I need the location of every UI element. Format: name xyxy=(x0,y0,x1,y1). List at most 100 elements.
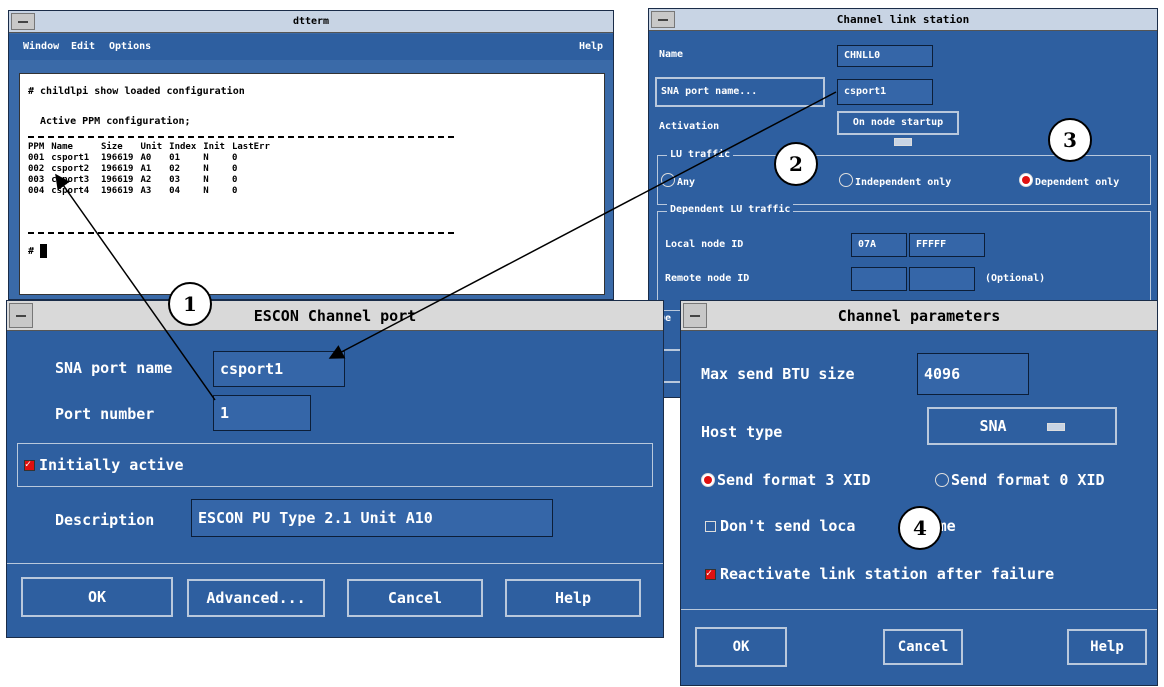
lu-independent-label: Independent only xyxy=(855,177,952,188)
host-type-value: SNA xyxy=(979,417,1007,435)
escon-sna-label: SNA port name xyxy=(55,359,173,377)
escon-sna-field[interactable]: csport1 xyxy=(213,351,345,387)
lu-independent-option[interactable]: Independent only xyxy=(839,173,951,188)
lu-independent-radio[interactable] xyxy=(839,173,853,187)
cell: 196619 xyxy=(100,153,134,163)
dropdown-indicator-icon xyxy=(1046,422,1065,431)
escon-title: ESCON Channel port xyxy=(253,307,417,325)
terminal-area[interactable]: # childlpi show loaded configuration Act… xyxy=(19,73,605,295)
escon-titlebar[interactable]: ESCON Channel port xyxy=(7,301,663,331)
local-node-label: Local node ID xyxy=(665,239,744,250)
reactivate-label: Reactivate link station after failure xyxy=(720,565,1055,583)
format0-radio[interactable] xyxy=(935,473,949,487)
window-menu-button[interactable] xyxy=(11,13,35,30)
cell: 196619 xyxy=(100,186,134,196)
col-ppm: PPM xyxy=(28,142,45,152)
menu-options[interactable]: Options xyxy=(109,41,151,52)
window-menu-button[interactable] xyxy=(9,303,33,328)
reactivate-checkbox[interactable] xyxy=(705,567,716,581)
format0-option[interactable]: Send format 0 XID xyxy=(935,471,1105,489)
activation-value: On node startup xyxy=(852,117,944,128)
col-lasterr: LastErr xyxy=(231,142,270,152)
description-label: Description xyxy=(55,511,155,529)
cell: 01 xyxy=(169,153,180,163)
initially-active-label: Initially active xyxy=(39,456,184,474)
description-field[interactable]: ESCON PU Type 2.1 Unit A10 xyxy=(191,499,553,537)
dtterm-title: dtterm xyxy=(292,16,330,27)
dependent-lu-group xyxy=(657,211,1151,311)
ppm-table: PPM Name Size Unit Index Init LastErr 00… xyxy=(28,142,277,197)
escon-help-button[interactable]: Help xyxy=(505,579,641,617)
lu-any-radio[interactable] xyxy=(661,173,675,187)
terminal-heading: Active PPM configuration; xyxy=(40,116,191,127)
channel-parameters-window: Channel parameters Max send BTU size 409… xyxy=(680,300,1158,686)
sna-port-name-button[interactable]: SNA port name... xyxy=(655,77,825,107)
cell: A0 xyxy=(140,153,152,163)
col-init: Init xyxy=(203,142,225,152)
channel-params-cancel-button[interactable]: Cancel xyxy=(883,629,963,665)
cell: 196619 xyxy=(100,175,134,185)
initially-active-group[interactable]: Initially active xyxy=(17,443,653,487)
activation-dropdown[interactable]: On node startup xyxy=(837,111,959,146)
lu-dependent-radio[interactable] xyxy=(1019,173,1033,187)
menu-help[interactable]: Help xyxy=(579,41,603,52)
ppm-header-row: PPM Name Size Unit Index Init LastErr xyxy=(28,142,277,153)
terminal-cursor xyxy=(40,244,47,258)
format3-option[interactable]: Send format 3 XID xyxy=(701,471,871,489)
reactivate-option[interactable]: Reactivate link station after failure xyxy=(705,565,1054,583)
cell: 002 xyxy=(28,164,45,174)
channel-params-title: Channel parameters xyxy=(837,307,1001,325)
channel-params-help-button[interactable]: Help xyxy=(1067,629,1147,665)
remote-optional-label: (Optional) xyxy=(985,273,1046,284)
terminal-separator-bottom xyxy=(28,232,454,234)
cell: N xyxy=(203,186,209,196)
table-row: 003 csport3 196619 A2 03 N 0 xyxy=(28,175,277,186)
initially-active-checkbox[interactable] xyxy=(24,458,35,472)
cell: csport3 xyxy=(51,175,90,185)
callout-2: 2 xyxy=(774,142,818,186)
menu-edit[interactable]: Edit xyxy=(71,41,95,52)
col-size: Size xyxy=(100,142,123,152)
dtterm-titlebar[interactable]: dtterm xyxy=(9,11,613,33)
col-index: Index xyxy=(169,142,197,152)
max-btu-field[interactable]: 4096 xyxy=(917,353,1029,395)
menu-window[interactable]: Window xyxy=(23,41,59,52)
dependent-lu-label: Dependent LU traffic xyxy=(667,204,794,215)
dont-send-label-start: Don't send loca xyxy=(720,517,856,535)
callout-1: 1 xyxy=(168,282,212,326)
cell: A2 xyxy=(140,175,152,185)
local-node-field-1[interactable]: 07A xyxy=(851,233,907,257)
cell: N xyxy=(203,164,209,174)
cell: 02 xyxy=(169,164,180,174)
cell: 196619 xyxy=(100,164,134,174)
sna-port-field[interactable]: csport1 xyxy=(837,79,933,105)
lu-any-label: Any xyxy=(677,177,696,188)
escon-cancel-button[interactable]: Cancel xyxy=(347,579,483,617)
cell: 003 xyxy=(28,175,45,185)
window-menu-button[interactable] xyxy=(651,11,675,28)
channel-params-titlebar[interactable]: Channel parameters xyxy=(681,301,1157,331)
lu-dependent-option[interactable]: Dependent only xyxy=(1019,173,1119,188)
cell: csport2 xyxy=(51,164,90,174)
cell: 001 xyxy=(28,153,45,163)
local-node-field-2[interactable]: FFFFF xyxy=(909,233,985,257)
remote-node-field-2[interactable] xyxy=(909,267,975,291)
link-station-titlebar[interactable]: Channel link station xyxy=(649,9,1157,31)
window-menu-button[interactable] xyxy=(683,303,707,328)
host-type-dropdown[interactable]: SNA xyxy=(927,407,1117,445)
escon-ok-button[interactable]: OK xyxy=(21,577,173,617)
format3-radio[interactable] xyxy=(701,473,715,487)
cell: 0 xyxy=(231,175,238,185)
terminal-command: # childlpi show loaded configuration xyxy=(28,86,245,97)
port-number-field[interactable]: 1 xyxy=(213,395,311,431)
advanced-button[interactable]: Advanced... xyxy=(187,579,325,617)
cell: 004 xyxy=(28,186,45,196)
cell: 03 xyxy=(169,175,180,185)
channel-params-ok-button[interactable]: OK xyxy=(695,627,787,667)
name-label: Name xyxy=(659,49,684,60)
remote-node-field-1[interactable] xyxy=(851,267,907,291)
initially-active-option[interactable]: Initially active xyxy=(24,456,184,474)
lu-any-option[interactable]: Any xyxy=(661,173,695,188)
name-field[interactable]: CHNLL0 xyxy=(837,45,933,67)
dont-send-checkbox[interactable] xyxy=(705,521,716,532)
